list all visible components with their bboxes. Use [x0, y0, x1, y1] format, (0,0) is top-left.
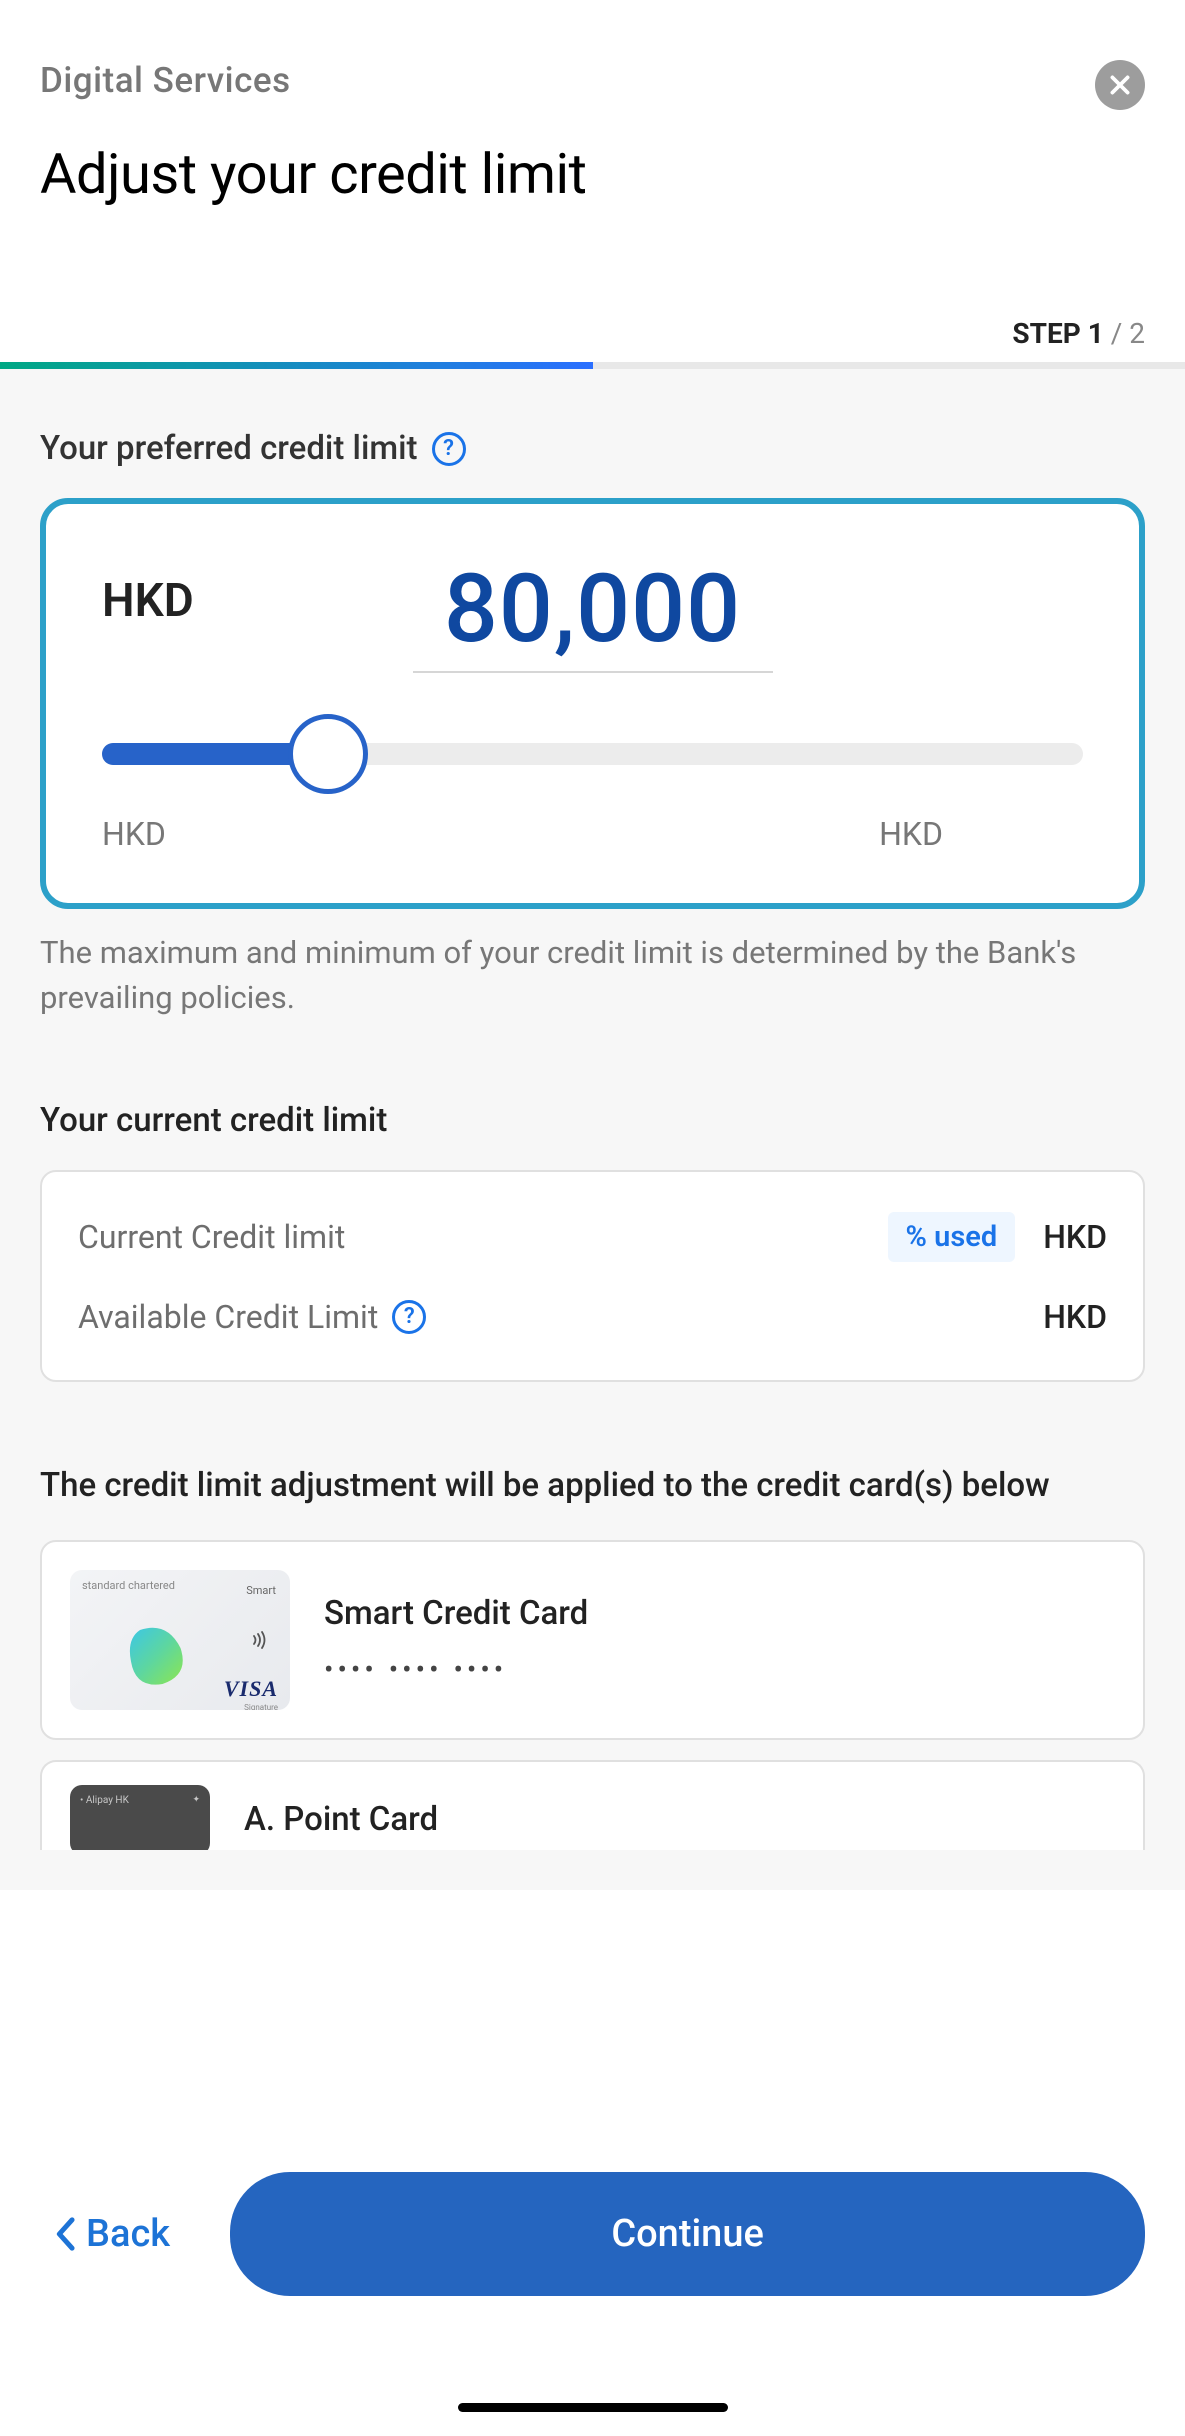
- limit-value-input[interactable]: 80,000: [413, 554, 773, 673]
- help-icon[interactable]: ?: [392, 1300, 426, 1334]
- percent-used-badge: % used: [888, 1212, 1016, 1262]
- card-name: Smart Credit Card: [324, 1594, 588, 1633]
- card-name: A. Point Card: [244, 1800, 438, 1839]
- credit-card-row: standard chartered Smart VISA Signature …: [40, 1540, 1145, 1740]
- current-limit-label: Your current credit limit: [40, 1101, 1145, 1140]
- logo-icon: [113, 1612, 203, 1706]
- card-number-masked: •••• •••• ••••: [324, 1653, 588, 1686]
- card-image: standard chartered Smart VISA Signature: [70, 1570, 290, 1710]
- apply-section-text: The credit limit adjustment will be appl…: [40, 1462, 1145, 1510]
- contactless-icon: [248, 1628, 272, 1656]
- footer-bar: Back Continue: [0, 2127, 1185, 2436]
- continue-button[interactable]: Continue: [230, 2172, 1145, 2296]
- card-image: • Alipay HK ✦: [70, 1785, 210, 1850]
- close-icon: [1107, 72, 1133, 98]
- slider-track: [102, 743, 1083, 765]
- preferred-limit-label: Your preferred credit limit ?: [40, 429, 1145, 468]
- close-button[interactable]: [1095, 60, 1145, 110]
- step-indicator: STEP 1 / 2: [0, 247, 1185, 362]
- slider-min-label: HKD: [102, 815, 166, 853]
- progress-fill: [0, 362, 593, 369]
- current-limit-row: Current Credit limit % used HKD: [78, 1212, 1107, 1262]
- slider-max-label: HKD: [879, 815, 943, 853]
- back-button[interactable]: Back: [40, 2212, 170, 2256]
- home-indicator[interactable]: [458, 2403, 728, 2412]
- current-limit-box: Current Credit limit % used HKD Availabl…: [40, 1170, 1145, 1382]
- disclaimer-text: The maximum and minimum of your credit l…: [40, 931, 1145, 1021]
- logo-icon: ✦: [192, 1795, 200, 1805]
- preferred-limit-card: HKD 80,000 HKD HKD: [40, 498, 1145, 909]
- slider-labels: HKD HKD: [102, 815, 1083, 853]
- slider-thumb[interactable]: [288, 714, 368, 794]
- credit-card-row: • Alipay HK ✦ A. Point Card: [40, 1760, 1145, 1850]
- page-title: Adjust your credit limit: [40, 141, 1145, 207]
- available-limit-currency: HKD: [1043, 1298, 1107, 1336]
- help-icon[interactable]: ?: [432, 432, 466, 466]
- available-limit-row: Available Credit Limit ? HKD: [78, 1298, 1107, 1336]
- page-subtitle: Digital Services: [40, 60, 1145, 101]
- main-content: Your preferred credit limit ? HKD 80,000…: [0, 369, 1185, 1890]
- limit-slider[interactable]: HKD HKD: [102, 743, 1083, 853]
- current-limit-currency: HKD: [1043, 1218, 1107, 1256]
- visa-logo: VISA: [224, 1676, 278, 1702]
- progress-bar: [0, 362, 1185, 369]
- currency-label: HKD: [102, 574, 194, 628]
- page-header: Digital Services Adjust your credit limi…: [0, 0, 1185, 247]
- chevron-left-icon: [54, 2217, 76, 2251]
